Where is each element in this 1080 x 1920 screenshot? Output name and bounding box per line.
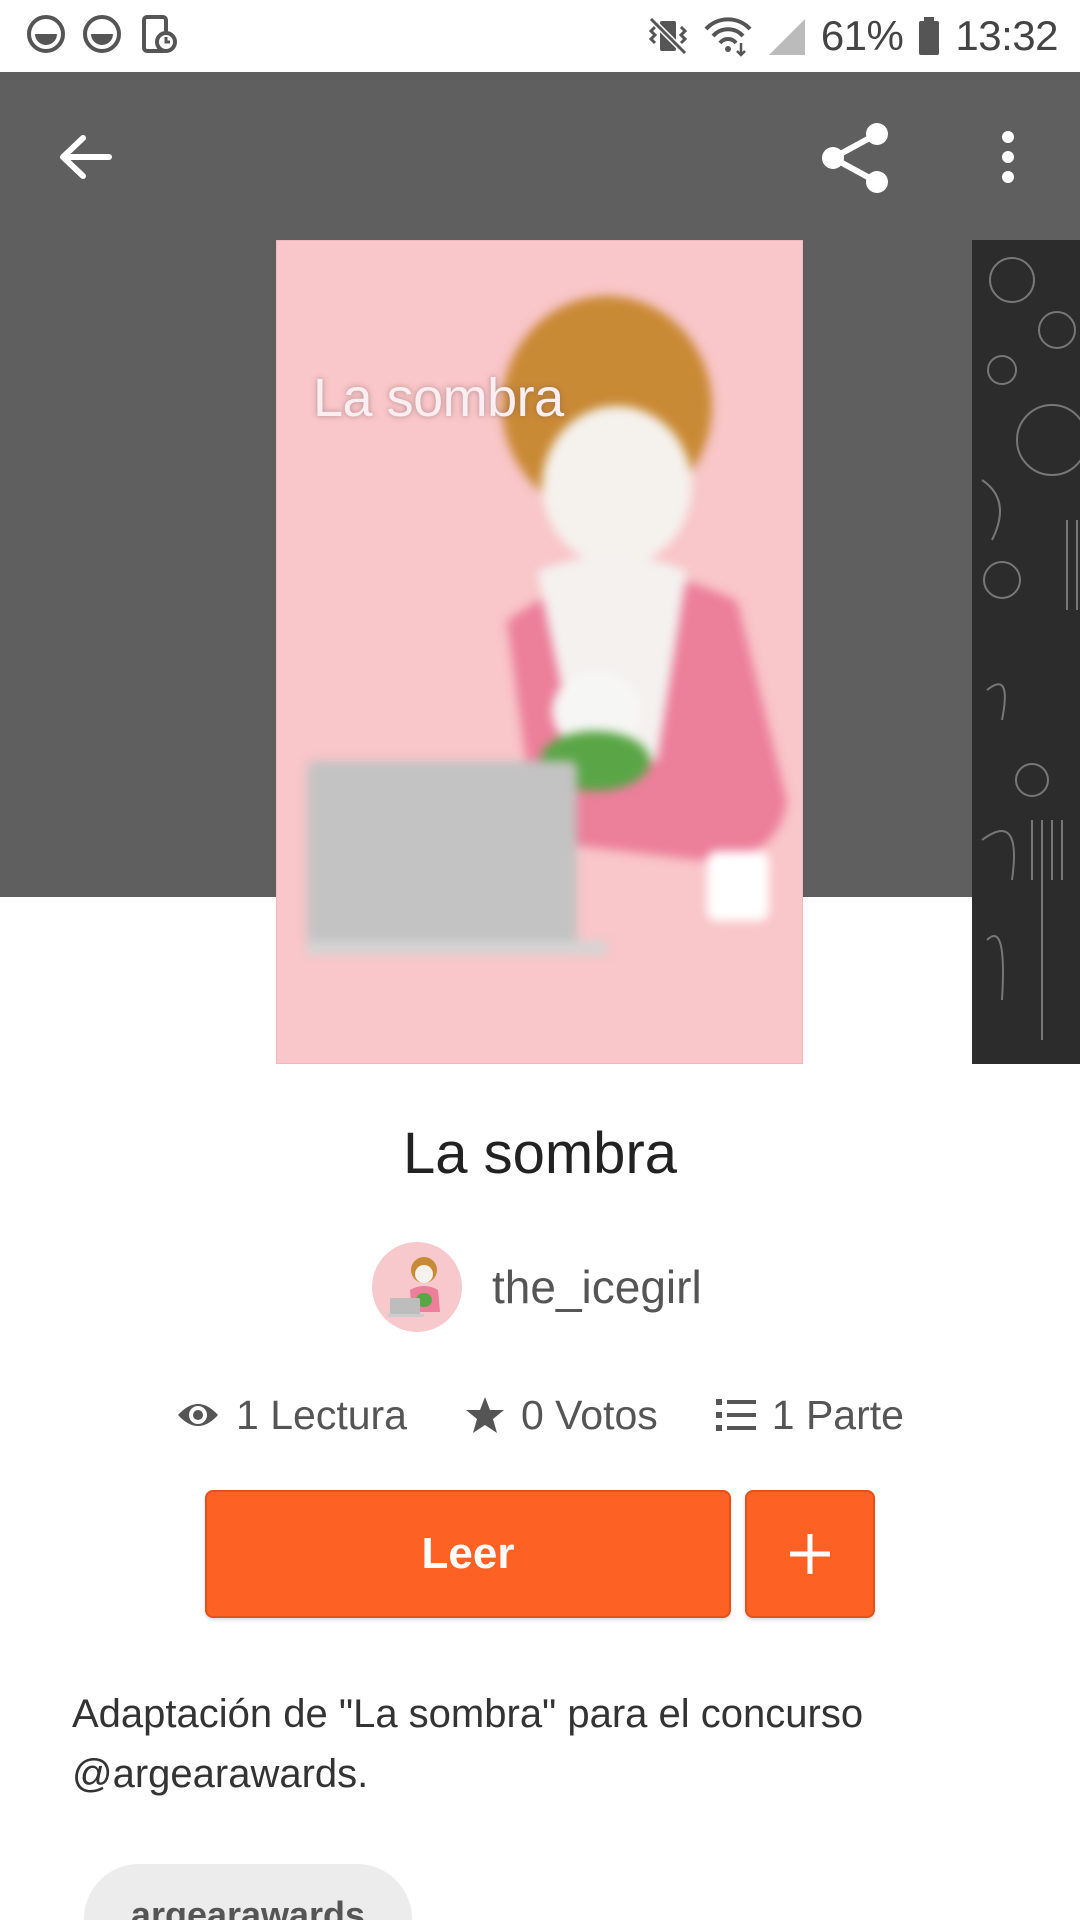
status-bar: 61% 13:32 [0, 0, 1080, 72]
reads-stat: 1 Lectura [176, 1392, 407, 1439]
author-link[interactable]: the_icegirl [372, 1242, 702, 1332]
wifi-icon [704, 17, 752, 57]
avatar-illustration [388, 1257, 440, 1317]
chalkboard-illustration [981, 257, 1080, 1040]
back-button[interactable] [40, 112, 130, 202]
cover-title-text: La sombra [313, 368, 564, 428]
share-icon [822, 123, 888, 193]
list-icon [715, 1399, 756, 1431]
reads-count: 1 Lectura [236, 1391, 407, 1438]
tag-chip[interactable]: argearawards [84, 1864, 412, 1920]
clock: 13:32 [955, 12, 1058, 59]
read-button[interactable]: Leer [205, 1490, 731, 1618]
notification-face-icon [83, 15, 121, 53]
votes-count: 0 Votos [520, 1391, 658, 1438]
signal-icon [768, 19, 805, 55]
share-button[interactable] [805, 108, 905, 208]
status-system: 61% 13:32 [647, 10, 1058, 62]
more-vertical-icon [1002, 131, 1014, 183]
vibrate-icon [648, 16, 687, 56]
avatar [372, 1242, 462, 1332]
arrow-left-icon [60, 135, 112, 179]
eye-icon [178, 1404, 219, 1426]
star-icon [465, 1397, 504, 1433]
notification-face-icon [27, 15, 65, 53]
add-to-library-button[interactable] [745, 1490, 875, 1618]
status-notifications [26, 14, 178, 54]
author-name: the_icegirl [492, 1261, 702, 1313]
next-story-cover[interactable] [972, 240, 1080, 1064]
story-title: La sombra [402, 1121, 678, 1186]
screen-timer-icon [142, 15, 177, 53]
parts-count: 1 Parte [771, 1391, 904, 1438]
story-cover[interactable]: La sombra [276, 240, 803, 1064]
battery-icon [919, 17, 940, 55]
plus-icon [790, 1534, 830, 1574]
battery-percent: 61% [820, 12, 904, 59]
description-line: @argearawards. [72, 1752, 369, 1796]
story-description: Adaptación de "La sombra" para el concur… [72, 1684, 1002, 1804]
more-options-button[interactable] [968, 112, 1048, 202]
votes-stat: 0 Votos [465, 1392, 658, 1439]
cover-illustration [307, 296, 787, 955]
description-line: Adaptación de "La sombra" para el concur… [72, 1692, 864, 1736]
story-stats: 1 Lectura 0 Votos 1 Parte [0, 1385, 1080, 1445]
parts-stat: 1 Parte [715, 1391, 904, 1439]
